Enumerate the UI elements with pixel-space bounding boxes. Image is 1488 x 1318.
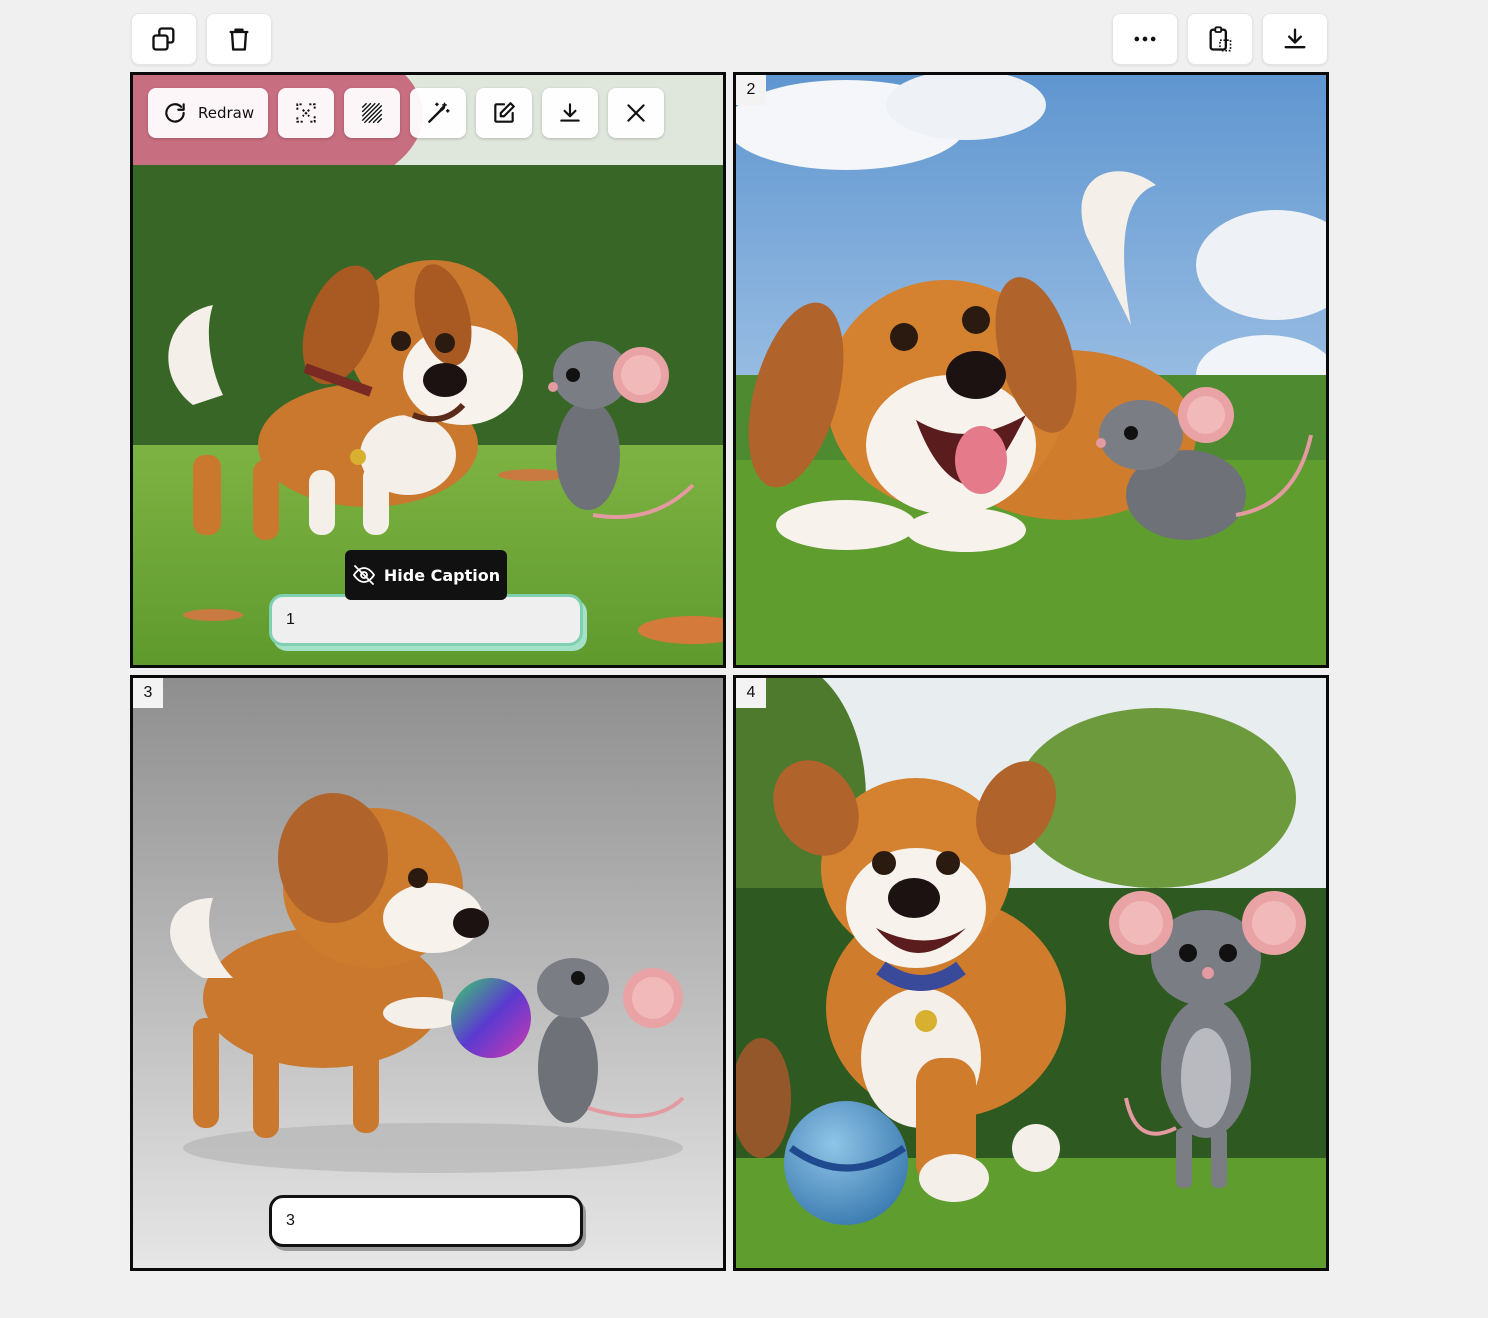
panel-4-image (736, 678, 1326, 1268)
redraw-icon (162, 100, 188, 126)
panel-3-image (133, 678, 723, 1268)
close-icon (623, 100, 649, 126)
expand-button[interactable] (278, 88, 335, 138)
eye-off-icon (352, 563, 376, 587)
hide-caption-label: Hide Caption (383, 565, 501, 585)
trash-icon (225, 25, 253, 53)
redraw-button[interactable]: Redraw (148, 88, 269, 138)
expand-icon (293, 100, 319, 126)
clipboard-icon (1206, 25, 1234, 53)
copy-icon (150, 25, 178, 53)
hide-caption-button[interactable]: Hide Caption (345, 550, 507, 600)
download-image-button[interactable] (542, 88, 599, 138)
close-button[interactable] (608, 88, 665, 138)
paste-button[interactable] (1187, 13, 1253, 65)
comic-panel-3[interactable]: 3 3 (130, 675, 726, 1271)
more-horizontal-icon (1131, 25, 1159, 53)
caption-input[interactable]: 1 (269, 594, 583, 646)
delete-button[interactable] (206, 13, 272, 65)
panel-number: 2 (736, 75, 766, 105)
more-options-button[interactable] (1112, 13, 1178, 65)
download-all-button[interactable] (1262, 13, 1328, 65)
download-icon (557, 100, 583, 126)
duplicate-button[interactable] (131, 13, 197, 65)
caption-input[interactable]: 3 (269, 1195, 583, 1247)
edit-icon (491, 100, 517, 126)
pattern-icon (359, 100, 385, 126)
edit-button[interactable] (476, 88, 533, 138)
comic-panel-1[interactable]: Redraw Hide Caption 1 (130, 72, 726, 668)
panel-number: 4 (736, 678, 766, 708)
redraw-label: Redraw (198, 104, 255, 122)
panel-number: 3 (133, 678, 163, 708)
comic-panel-4[interactable]: 4 (733, 675, 1329, 1271)
magic-wand-button[interactable] (410, 88, 467, 138)
download-icon (1281, 25, 1309, 53)
image-toolbar: Redraw (148, 88, 665, 140)
magic-wand-icon (425, 100, 451, 126)
panel-2-image (736, 75, 1326, 665)
comic-panel-2[interactable]: 2 (733, 72, 1329, 668)
pattern-button[interactable] (344, 88, 401, 138)
